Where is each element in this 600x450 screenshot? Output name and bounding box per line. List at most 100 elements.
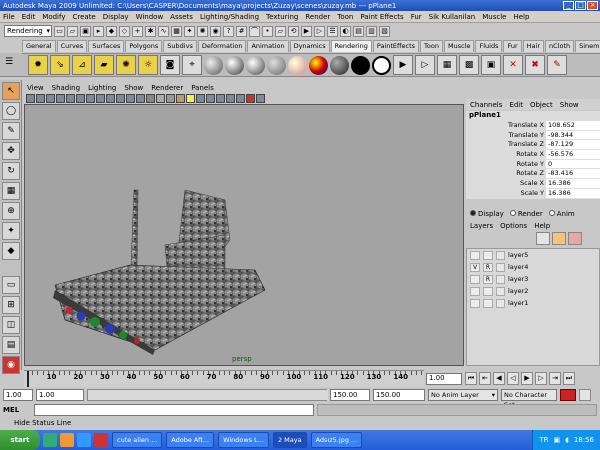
taskbar-task-button[interactable]: Adsız5.jpg ...: [310, 432, 363, 448]
xray-joints-icon[interactable]: [236, 94, 245, 103]
radio-button-icon[interactable]: [548, 210, 555, 216]
layer-color-swatch[interactable]: [496, 250, 505, 260]
layer-visibility-toggle[interactable]: [470, 286, 480, 296]
firefox-icon[interactable]: [60, 433, 74, 447]
panel-menu-item[interactable]: Show: [124, 84, 143, 92]
layer-mode-radio[interactable]: Render: [509, 210, 543, 218]
joint-mask-icon[interactable]: ✱: [145, 25, 156, 37]
wireframe-icon[interactable]: [146, 94, 155, 103]
attribute-label[interactable]: Scale X: [466, 179, 546, 189]
shelf-tab[interactable]: Toon: [420, 40, 443, 52]
lasso-tool-icon[interactable]: ◯: [2, 102, 20, 120]
last-tool-icon[interactable]: ◆: [2, 242, 20, 260]
panel-menu-item[interactable]: Lighting: [88, 84, 116, 92]
point-light-icon[interactable]: ✹: [28, 55, 48, 75]
taskbar-task-button[interactable]: 2 Maya: [272, 432, 307, 448]
layer-menu-item[interactable]: Help: [534, 222, 550, 230]
snap-plane-icon[interactable]: ▱: [275, 25, 286, 37]
directional-light-icon[interactable]: ⇘: [50, 55, 70, 75]
new-scene-icon[interactable]: ▭: [54, 25, 65, 37]
auto-key-icon[interactable]: [560, 389, 576, 401]
layer-reference-toggle[interactable]: R: [483, 274, 493, 284]
shelf-tab[interactable]: General: [22, 40, 56, 52]
layer-color-swatch[interactable]: [496, 262, 505, 272]
attribute-value-field[interactable]: -87.129: [546, 140, 600, 151]
go-to-end-icon[interactable]: ⏭: [563, 372, 575, 385]
surface-shader-icon[interactable]: [351, 55, 370, 75]
use-all-lights-icon[interactable]: [186, 94, 195, 103]
delete-render-icon[interactable]: ✕: [503, 55, 523, 75]
animation-end-field[interactable]: 150.00: [373, 389, 425, 401]
messenger-icon[interactable]: [77, 433, 91, 447]
surface-mask-icon[interactable]: ▦: [171, 25, 182, 37]
anim-layer-dropdown[interactable]: No Anim Layer ▾: [428, 389, 498, 401]
layer-color-swatch[interactable]: [496, 286, 505, 296]
menu-item[interactable]: Help: [513, 13, 529, 21]
perspective-viewport[interactable]: persp: [24, 104, 464, 366]
menu-item[interactable]: File: [3, 13, 15, 21]
menu-item[interactable]: Render: [305, 13, 330, 21]
ramp-shader-icon[interactable]: [309, 55, 328, 75]
range-slider-bar[interactable]: [87, 389, 328, 401]
menu-item[interactable]: Edit: [22, 13, 36, 21]
shelf-options[interactable]: ☰: [0, 53, 22, 77]
menu-item[interactable]: Paint Effects: [360, 13, 403, 21]
attribute-label[interactable]: Translate Y: [466, 131, 546, 141]
film-gate-icon[interactable]: [86, 94, 95, 103]
command-input[interactable]: [34, 404, 314, 416]
attribute-value-field[interactable]: 0: [546, 159, 600, 170]
animation-start-field[interactable]: 1.00: [3, 389, 33, 401]
layer-row[interactable]: layer1: [467, 297, 599, 309]
snap-curve-icon[interactable]: ⌒: [249, 25, 260, 37]
curve-mask-icon[interactable]: ∿: [158, 25, 169, 37]
shelf-tab[interactable]: PaintEffects: [372, 40, 420, 52]
safe-action-icon[interactable]: [126, 94, 135, 103]
layer-menu-item[interactable]: Options: [500, 222, 527, 230]
menu-item[interactable]: Texturing: [266, 13, 298, 21]
open-scene-icon[interactable]: ▱: [67, 25, 78, 37]
network-icon[interactable]: ▣: [553, 436, 560, 444]
layer-visibility-toggle[interactable]: [470, 274, 480, 284]
layer-visibility-toggle[interactable]: V: [470, 262, 480, 272]
layer-row[interactable]: layer5: [467, 249, 599, 261]
show-attribute-editor-icon[interactable]: ▥: [366, 25, 377, 37]
channelbox-menu-item[interactable]: Object: [530, 101, 553, 109]
render-settings-icon[interactable]: ☰: [327, 25, 338, 37]
layer-reference-toggle[interactable]: [483, 298, 493, 308]
close-button[interactable]: ×: [587, 1, 598, 10]
render-region-icon[interactable]: ▩: [459, 55, 479, 75]
layered-shader-icon[interactable]: [330, 55, 349, 75]
image-plane-icon[interactable]: [56, 94, 65, 103]
two-d-pan-zoom-icon[interactable]: [66, 94, 75, 103]
current-time-marker[interactable]: [26, 371, 29, 387]
shelf-tab[interactable]: Rendering: [330, 40, 372, 52]
layer-row[interactable]: V Rlayer4: [467, 261, 599, 273]
step-back-key-icon[interactable]: ⇤: [479, 372, 491, 385]
attribute-label[interactable]: Rotate Y: [466, 160, 546, 170]
attribute-value-field[interactable]: 16.386: [546, 179, 600, 189]
shelf-tab[interactable]: Muscle: [443, 40, 475, 52]
layer-color-swatch[interactable]: [496, 298, 505, 308]
step-forward-frame-icon[interactable]: ▷: [535, 372, 547, 385]
play-backward-icon[interactable]: ◁: [507, 372, 519, 385]
camera-attributes-icon[interactable]: [36, 94, 45, 103]
field-chart-icon[interactable]: [116, 94, 125, 103]
menu-item[interactable]: Toon: [337, 13, 353, 21]
shelf-tab[interactable]: Hair: [522, 40, 545, 52]
quick-launch-icon[interactable]: [43, 433, 57, 447]
shelf-tab[interactable]: Fur: [503, 40, 522, 52]
panel-menu-item[interactable]: Panels: [191, 84, 214, 92]
attribute-value-field[interactable]: -83.416: [546, 169, 600, 180]
handle-mask-icon[interactable]: +: [132, 25, 143, 37]
render-view-icon[interactable]: ▣: [481, 55, 501, 75]
layer-reference-toggle[interactable]: [483, 250, 493, 260]
new-layer-icon[interactable]: [552, 232, 566, 245]
single-pane-layout-icon[interactable]: ▭: [2, 276, 20, 294]
lambert-material-icon[interactable]: [204, 55, 223, 75]
select-hierarchy-icon[interactable]: ▸: [93, 25, 104, 37]
paint-render-icon[interactable]: ✎: [547, 55, 567, 75]
resolution-gate-icon[interactable]: [96, 94, 105, 103]
menu-item[interactable]: Lighting/Shading: [200, 13, 259, 21]
shelf-tab[interactable]: Fluids: [475, 40, 503, 52]
maximize-button[interactable]: □: [575, 1, 586, 10]
